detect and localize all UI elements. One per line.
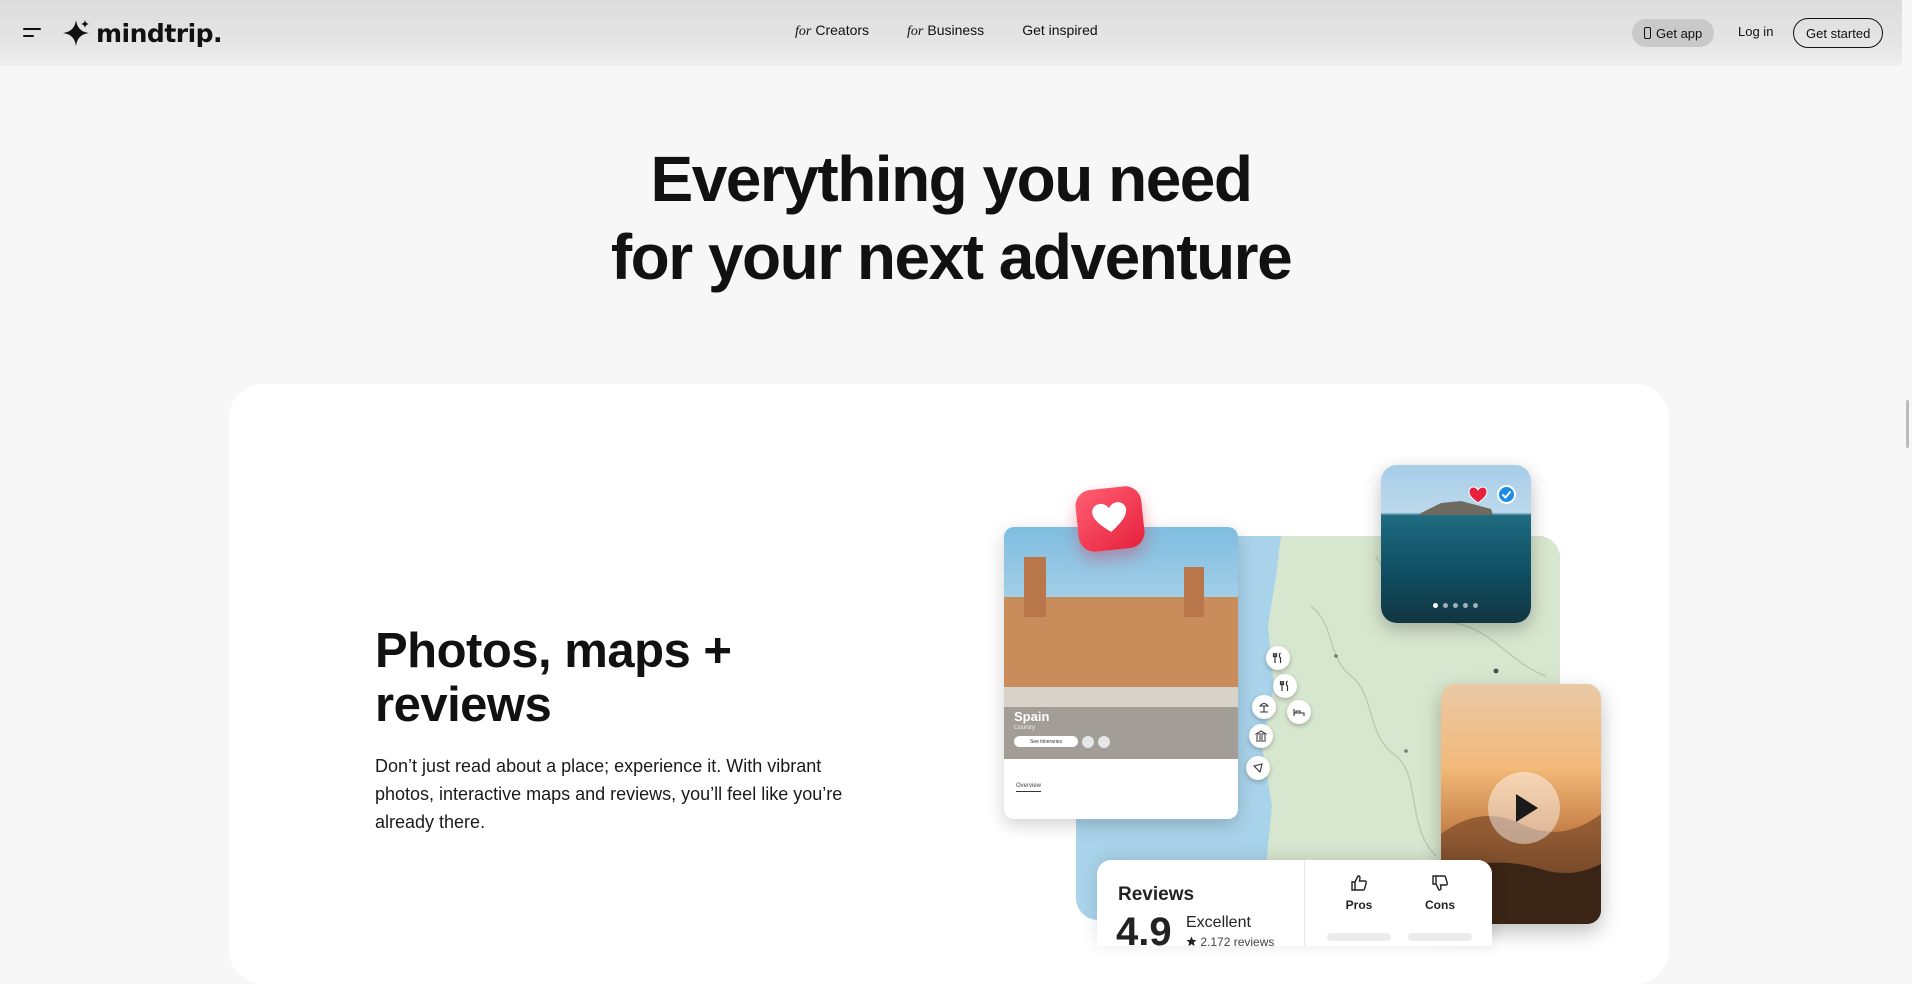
hero-line-2: for your next adventure [610, 221, 1293, 293]
more-mini-button[interactable] [1098, 736, 1110, 748]
cons-tab[interactable]: Cons [1410, 874, 1470, 912]
reviews-rating-label: Excellent [1186, 914, 1251, 931]
scrollbar-thumb[interactable] [1906, 400, 1909, 448]
star-icon [1186, 936, 1197, 946]
feature-description: Don’t just read about a place; experienc… [375, 756, 843, 832]
favorite-badge [1073, 484, 1147, 554]
logo-text: mindtrip. [96, 18, 223, 48]
check-icon[interactable] [1497, 485, 1516, 504]
cons-bar [1408, 933, 1472, 941]
spain-photo: Spain Country See itineraries [1004, 527, 1238, 759]
get-started-button[interactable]: Get started [1793, 18, 1884, 48]
nav-get-inspired[interactable]: Get inspired [1022, 22, 1097, 40]
phone-icon [1644, 27, 1651, 39]
place-card[interactable]: Spain Country See itineraries Overview [1004, 527, 1238, 819]
thumbs-down-icon [1432, 875, 1448, 891]
place-subtitle: Country [1014, 725, 1036, 731]
pros-bar [1327, 933, 1391, 941]
museum-pin-icon[interactable] [1249, 724, 1273, 748]
nav-for-business[interactable]: for Business [907, 22, 984, 40]
reviews-score: 4.9 [1116, 910, 1172, 946]
play-icon [1516, 794, 1538, 822]
top-nav: mindtrip. for Creators for Business Get in… [0, 0, 1902, 66]
get-app-button[interactable]: Get app [1632, 19, 1715, 47]
carousel-dots[interactable] [1433, 603, 1478, 608]
see-itineraries-button[interactable]: See itineraries [1014, 736, 1078, 747]
reviews-card[interactable]: Reviews 4.9 Excellent 2,172 reviews Pros… [1097, 860, 1492, 946]
restaurant-pin-icon[interactable] [1266, 646, 1290, 670]
heart-icon [1092, 502, 1127, 532]
login-link[interactable]: Log in [1738, 24, 1773, 39]
beach-pin-icon[interactable] [1252, 695, 1276, 719]
divider [1304, 860, 1305, 946]
reviews-count: 2,172 reviews [1186, 935, 1274, 946]
nav-for-creators[interactable]: for Creators [795, 22, 869, 40]
main-nav: for Creators for Business Get inspired [795, 22, 1098, 40]
hero-line-1: Everything you need [650, 143, 1253, 215]
reviews-title: Reviews [1118, 884, 1195, 905]
activity-pin-icon[interactable] [1246, 756, 1270, 780]
save-mini-button[interactable] [1082, 736, 1094, 748]
play-button[interactable] [1488, 772, 1560, 844]
feature-title: Photos, maps + reviews [375, 624, 732, 732]
thumbs-up-icon [1351, 875, 1367, 891]
menu-icon[interactable] [23, 26, 43, 40]
place-name: Spain [1014, 709, 1050, 724]
logo[interactable]: mindtrip. [62, 17, 223, 49]
tab-overview[interactable]: Overview [1016, 783, 1042, 792]
restaurant-pin-icon[interactable] [1273, 674, 1297, 698]
sparkle-icon [63, 20, 89, 46]
heart-icon[interactable] [1468, 485, 1488, 505]
hero-heading: Everything you need for your next advent… [0, 140, 1902, 296]
hotel-pin-icon[interactable] [1287, 700, 1311, 724]
pros-tab[interactable]: Pros [1329, 874, 1389, 912]
